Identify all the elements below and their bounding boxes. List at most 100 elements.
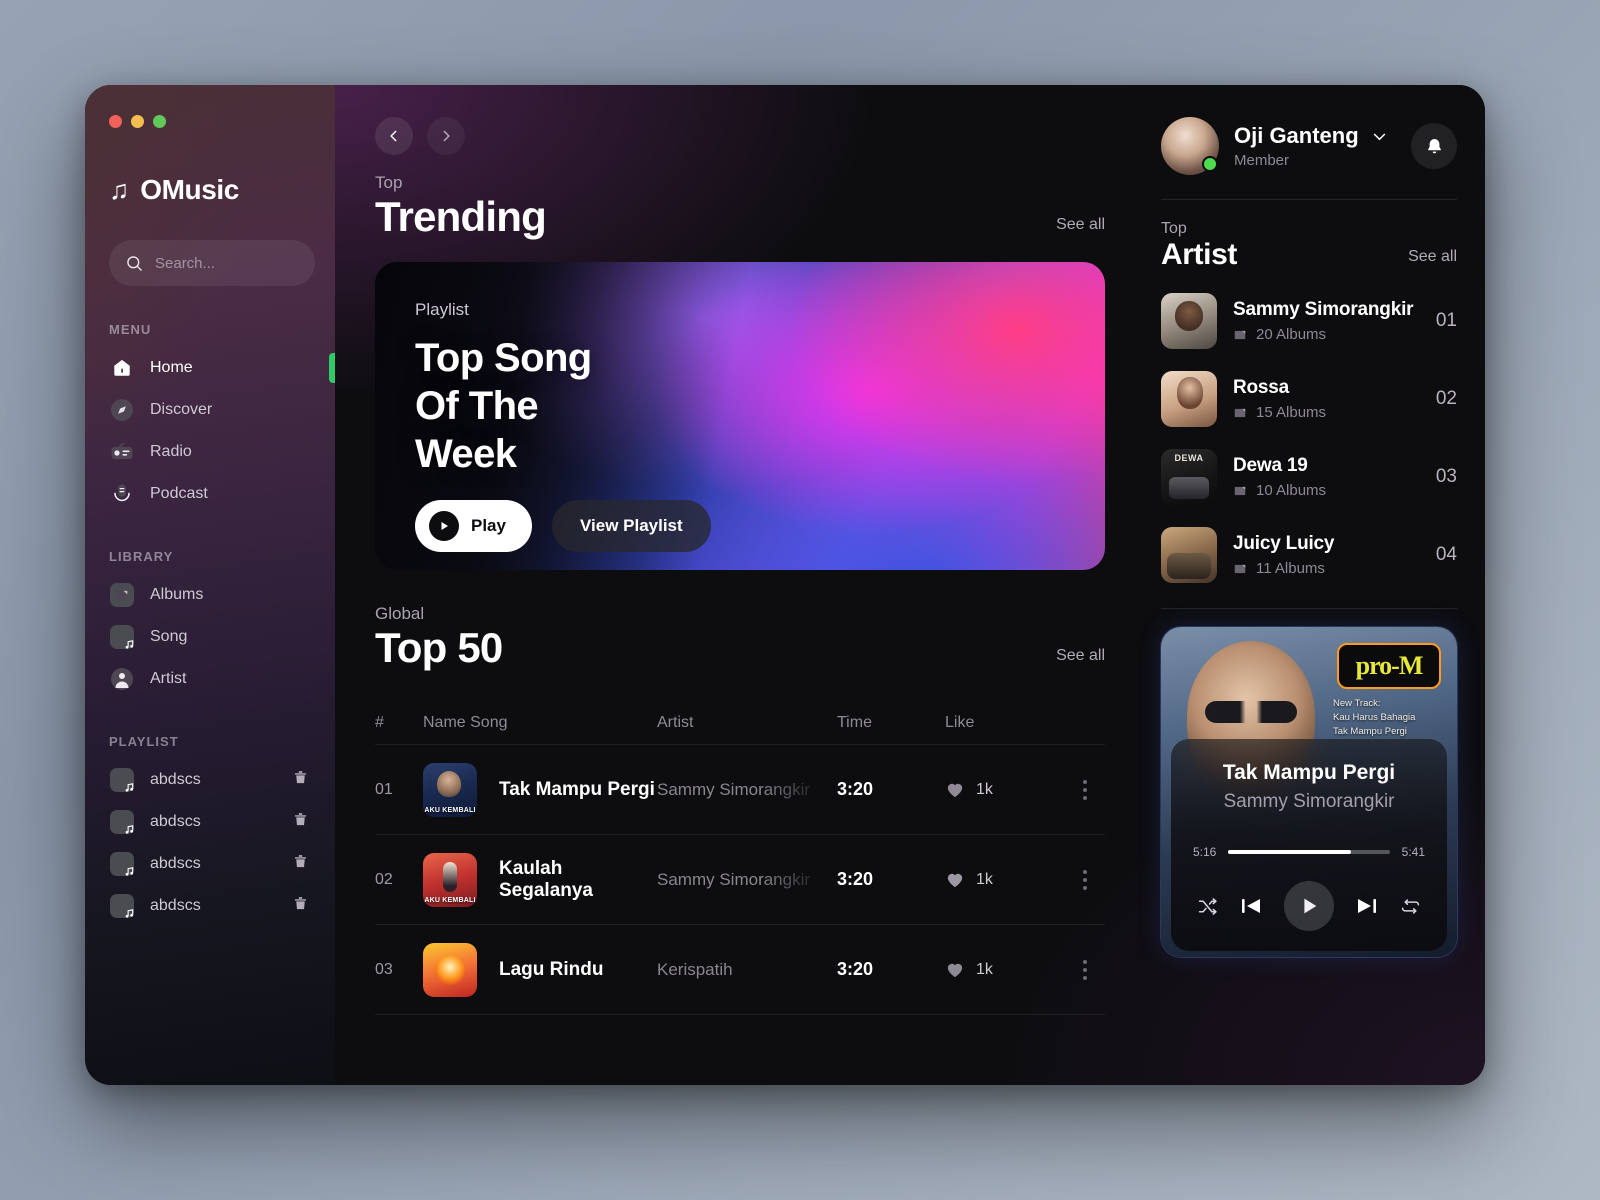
- search-box[interactable]: [109, 240, 315, 286]
- sidebar-item-label: Podcast: [150, 485, 208, 502]
- artist-rank: 01: [1435, 310, 1457, 331]
- playlist-item[interactable]: abdscs: [85, 801, 335, 843]
- repeat-icon: [1401, 898, 1420, 914]
- view-playlist-button[interactable]: View Playlist: [551, 500, 711, 553]
- forward-button[interactable]: [427, 117, 465, 155]
- app-window: ♫ OMusic MENU Home Discov: [85, 85, 1485, 1085]
- song-title: Lagu Rindu: [499, 958, 604, 980]
- sidebar-item-label: Discover: [150, 401, 213, 418]
- user-name-row: Oji Ganteng: [1234, 123, 1388, 149]
- repeat-button[interactable]: [1400, 896, 1421, 917]
- maximize-button[interactable]: [153, 115, 166, 128]
- total-duration: 5:41: [1401, 845, 1425, 859]
- shuffle-button[interactable]: [1197, 896, 1218, 917]
- playlist-item-label: abdscs: [150, 897, 201, 914]
- like-count: 1k: [976, 870, 993, 888]
- song-artist: Sammy Simorangkir: [657, 869, 811, 889]
- column-header-like: Like: [945, 713, 975, 731]
- divider: [1161, 199, 1457, 200]
- artist-album-count: 15 Albums: [1256, 404, 1327, 421]
- top50-header: Global Top 50 See all: [375, 604, 1105, 671]
- microphone-icon: [109, 481, 135, 507]
- table-row[interactable]: 03 Lagu Rindu Kerispatih 3:20 1k: [375, 925, 1105, 1016]
- music-note-icon: [109, 624, 135, 650]
- radio-icon: [109, 439, 135, 465]
- hero-title: Top Song Of The Week: [415, 334, 1105, 478]
- top-artist-list: Sammy Simorangkir 20 Albums 01 Rossa 15 …: [1161, 282, 1457, 594]
- sidebar-item-discover[interactable]: Discover: [85, 389, 335, 431]
- main-area: Top Trending See all Playlist Top Song O…: [335, 85, 1485, 1085]
- sidebar-item-radio[interactable]: Radio: [85, 431, 335, 473]
- list-item[interactable]: Sammy Simorangkir 20 Albums 01: [1161, 282, 1457, 360]
- album-art: AKU KEMBALI: [423, 852, 477, 907]
- search-input[interactable]: [155, 254, 299, 272]
- delete-playlist-icon[interactable]: [292, 769, 309, 791]
- playlist-item[interactable]: abdscs: [85, 759, 335, 801]
- list-item[interactable]: Dewa 19 10 Albums 03: [1161, 438, 1457, 516]
- like-count: 1k: [976, 780, 993, 798]
- sidebar-item-song[interactable]: Song: [85, 616, 335, 658]
- list-item[interactable]: Juicy Luicy 11 Albums 04: [1161, 516, 1457, 594]
- divider: [1161, 608, 1457, 609]
- delete-playlist-icon[interactable]: [292, 895, 309, 917]
- album-icon: [1234, 330, 1246, 339]
- top50-see-all[interactable]: See all: [1056, 647, 1105, 671]
- artist-photo: [1161, 371, 1217, 427]
- play-pause-button[interactable]: [1284, 881, 1334, 931]
- previous-track-button[interactable]: [1239, 894, 1263, 918]
- close-button[interactable]: [109, 115, 122, 128]
- sidebar-item-artist[interactable]: Artist: [85, 658, 335, 700]
- hero-playlist-card[interactable]: Playlist Top Song Of The Week Play View …: [375, 262, 1105, 571]
- row-more-options-icon[interactable]: [1065, 959, 1105, 980]
- promo-text: New Track: Kau Harus Bahagia Tak Mampu P…: [1333, 697, 1441, 738]
- artist-name: Sammy Simorangkir: [1233, 299, 1414, 320]
- progress-slider[interactable]: [1228, 850, 1390, 854]
- notifications-button[interactable]: [1411, 123, 1457, 169]
- delete-playlist-icon[interactable]: [292, 853, 309, 875]
- album-icon: [1234, 408, 1246, 417]
- next-track-button[interactable]: [1355, 894, 1379, 918]
- window-controls: [85, 85, 335, 128]
- like-cell[interactable]: 1k: [945, 870, 1065, 890]
- artist-name: Dewa 19: [1233, 455, 1308, 476]
- like-cell[interactable]: 1k: [945, 780, 1065, 800]
- top-artist-see-all[interactable]: See all: [1408, 248, 1457, 272]
- artist-name: Juicy Luicy: [1233, 533, 1335, 554]
- row-more-options-icon[interactable]: [1065, 869, 1105, 890]
- like-cell[interactable]: 1k: [945, 960, 1065, 980]
- play-icon: [429, 511, 459, 542]
- song-duration: 3:20: [837, 779, 874, 800]
- previous-icon: [1242, 899, 1260, 913]
- album-icon: [1234, 564, 1246, 573]
- album-icon: [109, 582, 135, 608]
- library-section-label: LIBRARY: [109, 549, 174, 564]
- playlist-item[interactable]: abdscs: [85, 885, 335, 927]
- sidebar-item-podcast[interactable]: Podcast: [85, 473, 335, 515]
- trending-title: Trending: [375, 193, 547, 240]
- back-button[interactable]: [375, 117, 413, 155]
- minimize-button[interactable]: [131, 115, 144, 128]
- sidebar-item-label: Song: [150, 628, 188, 645]
- artist-photo: [1161, 293, 1217, 349]
- artist-album-count: 10 Albums: [1256, 482, 1327, 499]
- trending-see-all[interactable]: See all: [1056, 216, 1105, 240]
- chevron-down-icon[interactable]: [1371, 128, 1388, 145]
- promo-line: New Track:: [1333, 698, 1381, 709]
- playlist-item[interactable]: abdscs: [85, 843, 335, 885]
- sidebar-item-albums[interactable]: Albums: [85, 574, 335, 616]
- table-row[interactable]: 01 AKU KEMBALI Tak Mampu Pergi Sammy Sim…: [375, 745, 1105, 836]
- next-icon: [1358, 899, 1376, 913]
- artist-name: Rossa: [1233, 377, 1290, 398]
- top-artist-eyebrow: Top: [1161, 220, 1187, 237]
- play-button[interactable]: Play: [415, 500, 532, 553]
- right-panel: Oji Ganteng Member Top Artist See all Sa…: [1145, 85, 1485, 1085]
- album-icon: [1234, 486, 1246, 495]
- user-profile[interactable]: Oji Ganteng Member: [1161, 117, 1457, 175]
- delete-playlist-icon[interactable]: [292, 811, 309, 833]
- table-row[interactable]: 02 AKU KEMBALI Kaulah Segalanya Sammy Si…: [375, 835, 1105, 926]
- list-item[interactable]: Rossa 15 Albums 02: [1161, 360, 1457, 438]
- main-content: Top Trending See all Playlist Top Song O…: [335, 85, 1145, 1085]
- row-more-options-icon[interactable]: [1065, 779, 1105, 800]
- column-header-time: Time: [837, 713, 872, 731]
- sidebar-item-home[interactable]: Home: [85, 347, 335, 389]
